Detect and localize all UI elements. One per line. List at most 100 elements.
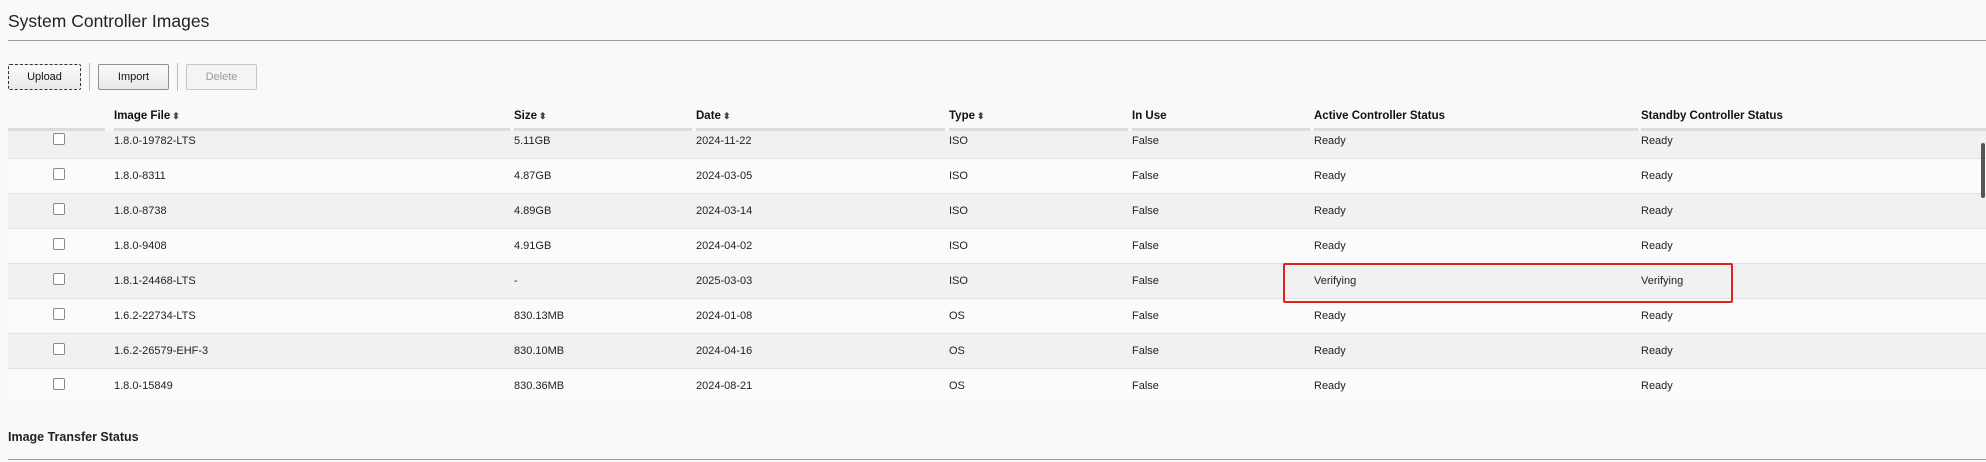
toolbar-separator [177,63,178,91]
cell-in-use: False [1132,205,1159,217]
cell-date: 2024-01-08 [696,310,753,322]
cell-image-file: 1.8.0-19782-LTS [114,135,196,147]
cell-image-file: 1.6.2-26579-EHF-3 [114,345,209,357]
cell-active-controller-status: Ready [1314,135,1346,147]
column-header-label: Active Controller Status [1314,110,1445,122]
cell-active-controller-status: Ready [1314,380,1346,392]
column-header-active-controller-status[interactable]: Active Controller Status [1314,110,1445,122]
column-header-label: Type [949,110,975,122]
cell-in-use: False [1132,345,1159,357]
table-row[interactable]: 1.8.0-15849 830.36MB 2024-08-21 OS False Read… [8,369,1986,401]
cell-image-file: 1.6.2-22734-LTS [114,310,196,322]
cell-date: 2024-04-02 [696,240,753,252]
images-table: Image File ⬍ Size ⬍ Date ⬍ Type ⬍ In Use Active C… [8,105,1986,401]
cell-in-use: False [1132,170,1159,182]
table-row[interactable]: 1.8.0-8311 4.87GB 2024-03-05 ISO False Ready R… [8,159,1986,194]
cell-standby-controller-status: Ready [1641,240,1673,252]
table-row[interactable]: 1.8.0-9408 4.91GB 2024-04-02 ISO False Ready R… [8,229,1986,264]
sort-icon[interactable]: ⬍ [172,111,180,121]
column-header-image-file[interactable]: Image File ⬍ [114,110,180,122]
table-row[interactable]: 1.8.0-8738 4.89GB 2024-03-14 ISO False Ready R… [8,194,1986,229]
cell-date: 2024-04-16 [696,345,753,357]
toolbar-separator [89,63,90,91]
table-row[interactable]: 1.8.1-24468-LTS - 2025-03-03 ISO False Verify… [8,264,1986,299]
cell-in-use: False [1132,135,1159,147]
cell-size: 830.36MB [514,380,565,392]
column-header-size[interactable]: Size ⬍ [514,110,547,122]
cell-standby-controller-status: Ready [1641,205,1673,217]
cell-size: 4.91GB [514,240,552,252]
table-header: Image File ⬍ Size ⬍ Date ⬍ Type ⬍ In Use Active C… [8,105,1986,132]
cell-standby-controller-status: Ready [1641,170,1673,182]
cell-type: ISO [949,275,968,287]
cell-active-controller-status: Ready [1314,205,1346,217]
table-row[interactable]: 1.8.0-19782-LTS 5.11GB 2024-11-22 ISO False R… [8,131,1986,159]
upload-button[interactable]: Upload [8,64,81,90]
column-header-label: Size [514,110,538,122]
cell-active-controller-status: Ready [1314,240,1346,252]
cell-image-file: 1.8.0-8311 [114,170,166,182]
cell-type: ISO [949,205,968,217]
column-header-label: In Use [1132,110,1167,122]
row-select-checkbox[interactable] [53,273,65,285]
cell-date: 2024-03-05 [696,170,753,182]
import-button[interactable]: Import [98,64,169,90]
toolbar: Upload Import Delete [8,63,257,91]
cell-active-controller-status: Ready [1314,310,1346,322]
cell-active-controller-status: Ready [1314,170,1346,182]
cell-in-use: False [1132,310,1159,322]
title-divider [8,40,1986,41]
column-header-label: Standby Controller Status [1641,110,1783,122]
sort-icon[interactable]: ⬍ [977,111,985,121]
cell-size: - [514,275,518,287]
row-select-checkbox[interactable] [53,308,65,320]
row-select-checkbox[interactable] [53,203,65,215]
row-select-checkbox[interactable] [53,133,65,145]
row-select-checkbox[interactable] [53,343,65,355]
sort-icon[interactable]: ⬍ [723,111,731,121]
delete-button[interactable]: Delete [186,64,257,90]
cell-date: 2024-08-21 [696,380,753,392]
cell-standby-controller-status: Ready [1641,135,1673,147]
cell-type: ISO [949,135,968,147]
cell-standby-controller-status: Ready [1641,310,1673,322]
image-transfer-status-title: Image Transfer Status [8,430,139,444]
cell-standby-controller-status: Ready [1641,380,1673,392]
cell-image-file: 1.8.1-24468-LTS [114,275,196,287]
cell-date: 2024-03-14 [696,205,753,217]
cell-type: OS [949,310,965,322]
cell-in-use: False [1132,380,1159,392]
sort-icon[interactable]: ⬍ [539,111,547,121]
table-row[interactable]: 1.6.2-26579-EHF-3 830.10MB 2024-04-16 OS Fal… [8,334,1986,369]
cell-type: OS [949,380,965,392]
cell-size: 830.10MB [514,345,565,357]
cell-size: 4.87GB [514,170,552,182]
column-header-type[interactable]: Type ⬍ [949,110,985,122]
cell-size: 5.11GB [514,135,551,147]
row-select-checkbox[interactable] [53,378,65,390]
page-title: System Controller Images [8,11,210,31]
row-select-checkbox[interactable] [53,238,65,250]
table-scrollbar[interactable] [1981,143,1985,198]
cell-size: 4.89GB [514,205,552,217]
column-header-label: Image File [114,110,171,122]
row-select-checkbox[interactable] [53,168,65,180]
cell-standby-controller-status: Verifying [1641,275,1684,287]
cell-size: 830.13MB [514,310,565,322]
cell-active-controller-status: Ready [1314,345,1346,357]
cell-type: ISO [949,170,968,182]
column-header-standby-controller-status[interactable]: Standby Controller Status [1641,110,1783,122]
column-header-in-use[interactable]: In Use [1132,110,1167,122]
table-row[interactable]: 1.6.2-22734-LTS 830.13MB 2024-01-08 OS False… [8,299,1986,334]
cell-in-use: False [1132,275,1159,287]
column-header-date[interactable]: Date ⬍ [696,110,730,122]
column-header-label: Date [696,110,721,122]
cell-image-file: 1.8.0-8738 [114,205,167,217]
table-body: 1.8.0-19782-LTS 5.11GB 2024-11-22 ISO False R… [8,131,1986,401]
cell-date: 2024-11-22 [696,135,752,147]
cell-type: ISO [949,240,968,252]
cell-standby-controller-status: Ready [1641,345,1673,357]
cell-image-file: 1.8.0-15849 [114,380,173,392]
cell-type: OS [949,345,965,357]
cell-active-controller-status: Verifying [1314,275,1357,287]
